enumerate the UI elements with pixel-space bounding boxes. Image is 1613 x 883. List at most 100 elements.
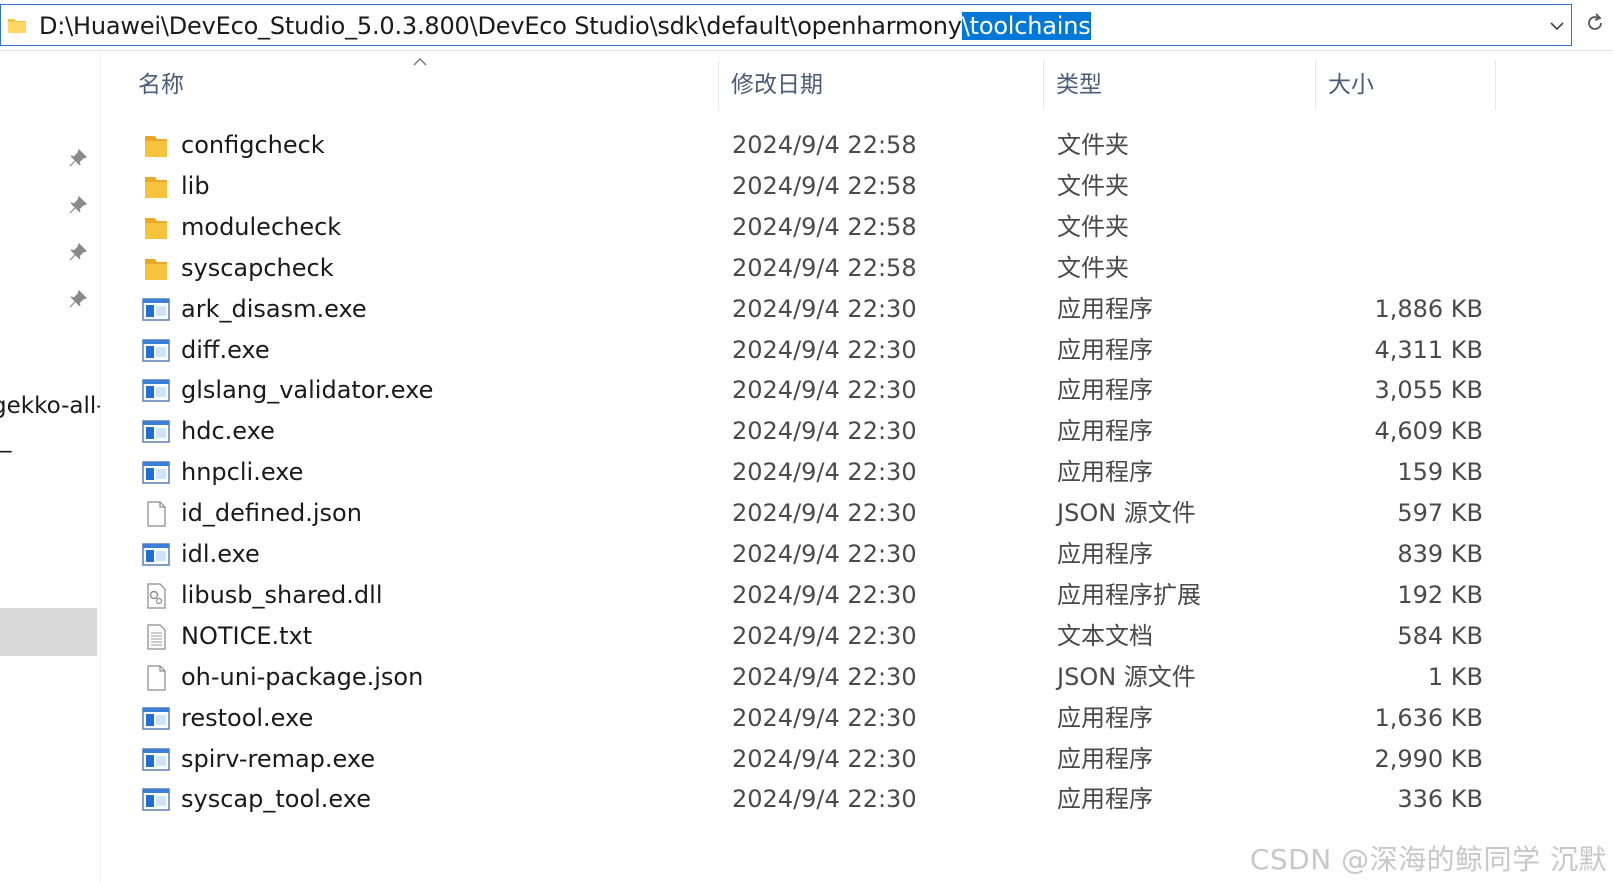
file-size: 597 KB: [1397, 499, 1483, 528]
exe-icon: [141, 378, 171, 404]
file-type: 文件夹: [1057, 131, 1129, 159]
column-divider[interactable]: [718, 60, 719, 110]
file-row[interactable]: restool.exe 2024/9/4 22:30 应用程序 1,636 KB: [0, 697, 1613, 739]
file-name: glslang_validator.exe: [181, 376, 434, 405]
chevron-down-icon[interactable]: [1549, 18, 1565, 34]
file-size: 4,311 KB: [1374, 335, 1483, 364]
file-name: ark_disasm.exe: [181, 294, 367, 323]
file-name: NOTICE.txt: [181, 621, 313, 650]
file-row[interactable]: glslang_validator.exe 2024/9/4 22:30 应用程序 3…: [0, 369, 1613, 411]
file-row[interactable]: hnpcli.exe 2024/9/4 22:30 应用程序 159 KB: [0, 451, 1613, 493]
file-modified-date: 2024/9/4 22:30: [732, 662, 917, 691]
dll-icon: [141, 583, 171, 609]
file-size: 159 KB: [1397, 458, 1483, 487]
file-type: JSON 源文件: [1057, 499, 1196, 528]
file-row[interactable]: hdc.exe 2024/9/4 22:30 应用程序 4,609 KB: [0, 410, 1613, 452]
exe-icon: [141, 706, 171, 732]
file-row[interactable]: idl.exe 2024/9/4 22:30 应用程序 839 KB: [0, 533, 1613, 575]
file-size: 584 KB: [1397, 621, 1483, 650]
file-size: 336 KB: [1397, 785, 1483, 814]
file-modified-date: 2024/9/4 22:30: [732, 458, 917, 487]
file-size: 3,055 KB: [1374, 376, 1483, 405]
file-size: 1,636 KB: [1374, 703, 1483, 732]
column-header-modified[interactable]: 修改日期: [731, 58, 823, 112]
file-row[interactable]: spirv-remap.exe 2024/9/4 22:30 应用程序 2,990 K…: [0, 738, 1613, 780]
folder-icon: [141, 215, 171, 241]
file-modified-date: 2024/9/4 22:30: [732, 580, 917, 609]
file-name: idl.exe: [181, 540, 260, 568]
file-row[interactable]: libusb_shared.dll 2024/9/4 22:30 应用程序扩展 192…: [0, 574, 1613, 616]
file-modified-date: 2024/9/4 22:58: [732, 253, 917, 282]
text-file-icon: [141, 624, 171, 650]
file-name: spirv-remap.exe: [181, 744, 376, 773]
column-header-type[interactable]: 类型: [1056, 58, 1102, 112]
file-icon: [141, 501, 171, 527]
file-name: restool.exe: [181, 703, 314, 732]
file-type: 应用程序: [1057, 785, 1153, 814]
file-row[interactable]: configcheck 2024/9/4 22:58 文件夹: [0, 124, 1613, 166]
file-size: 4,609 KB: [1374, 417, 1483, 446]
file-row[interactable]: NOTICE.txt 2024/9/4 22:30 文本文档 584 KB: [0, 615, 1613, 657]
exe-icon: [141, 297, 171, 323]
file-size: 2,990 KB: [1374, 744, 1483, 773]
file-size: 192 KB: [1397, 580, 1483, 609]
file-icon: [141, 665, 171, 691]
exe-icon: [141, 419, 171, 445]
file-type: 文件夹: [1057, 171, 1129, 200]
file-name: hdc.exe: [181, 417, 275, 446]
file-type: 应用程序: [1057, 417, 1153, 446]
file-name: syscapcheck: [181, 253, 334, 282]
file-type: 应用程序: [1057, 458, 1153, 487]
sort-up-icon: [413, 58, 427, 66]
address-path-prefix: D:\Huawei\DevEco_Studio_5.0.3.800\DevEco…: [39, 12, 962, 40]
file-modified-date: 2024/9/4 22:30: [732, 376, 917, 405]
file-type: 文件夹: [1057, 212, 1129, 241]
file-modified-date: 2024/9/4 22:30: [732, 499, 917, 528]
file-modified-date: 2024/9/4 22:58: [732, 212, 917, 241]
file-type: 应用程序: [1057, 376, 1153, 405]
file-modified-date: 2024/9/4 22:30: [732, 744, 917, 773]
file-type: 应用程序: [1057, 294, 1153, 323]
file-name: libusb_shared.dll: [181, 580, 383, 609]
file-row[interactable]: modulecheck 2024/9/4 22:58 文件夹: [0, 206, 1613, 248]
address-path-selected: \toolchains: [961, 12, 1091, 40]
column-divider[interactable]: [1043, 60, 1044, 110]
file-name: hnpcli.exe: [181, 458, 304, 487]
file-size: 839 KB: [1397, 540, 1483, 568]
file-row[interactable]: diff.exe 2024/9/4 22:30 应用程序 4,311 KB: [0, 329, 1613, 371]
file-modified-date: 2024/9/4 22:30: [732, 540, 917, 568]
file-size: 1,886 KB: [1374, 294, 1483, 323]
column-header-size[interactable]: 大小: [1328, 58, 1374, 112]
folder-icon: [141, 174, 171, 200]
file-row[interactable]: syscapcheck 2024/9/4 22:58 文件夹: [0, 247, 1613, 289]
file-type: 应用程序扩展: [1057, 580, 1201, 609]
refresh-icon[interactable]: [1584, 12, 1606, 34]
column-header-name[interactable]: 名称: [138, 58, 184, 112]
address-bar: D:\Huawei\DevEco_Studio_5.0.3.800\DevEco…: [0, 0, 1613, 51]
exe-icon: [141, 542, 171, 568]
file-name: syscap_tool.exe: [181, 785, 371, 814]
folder-icon: [141, 133, 171, 159]
file-row[interactable]: lib 2024/9/4 22:58 文件夹: [0, 165, 1613, 207]
address-path[interactable]: D:\Huawei\DevEco_Studio_5.0.3.800\DevEco…: [39, 12, 1091, 40]
file-modified-date: 2024/9/4 22:30: [732, 785, 917, 814]
file-row[interactable]: oh-uni-package.json 2024/9/4 22:30 JSON 源文…: [0, 656, 1613, 698]
exe-icon: [141, 787, 171, 813]
file-modified-date: 2024/9/4 22:58: [732, 131, 917, 159]
file-modified-date: 2024/9/4 22:30: [732, 335, 917, 364]
file-modified-date: 2024/9/4 22:30: [732, 703, 917, 732]
file-name: lib: [181, 171, 210, 200]
file-type: JSON 源文件: [1057, 662, 1196, 691]
address-input[interactable]: D:\Huawei\DevEco_Studio_5.0.3.800\DevEco…: [0, 4, 1572, 46]
file-modified-date: 2024/9/4 22:30: [732, 621, 917, 650]
column-divider[interactable]: [1495, 60, 1496, 110]
file-row[interactable]: id_defined.json 2024/9/4 22:30 JSON 源文件 597…: [0, 492, 1613, 534]
file-modified-date: 2024/9/4 22:30: [732, 417, 917, 446]
file-type: 应用程序: [1057, 335, 1153, 364]
file-modified-date: 2024/9/4 22:30: [732, 294, 917, 323]
file-row[interactable]: syscap_tool.exe 2024/9/4 22:30 应用程序 336 KB: [0, 778, 1613, 820]
folder-icon: [8, 19, 26, 33]
file-row[interactable]: ark_disasm.exe 2024/9/4 22:30 应用程序 1,886 KB: [0, 288, 1613, 330]
file-type: 文件夹: [1057, 253, 1129, 282]
column-divider[interactable]: [1315, 60, 1316, 110]
